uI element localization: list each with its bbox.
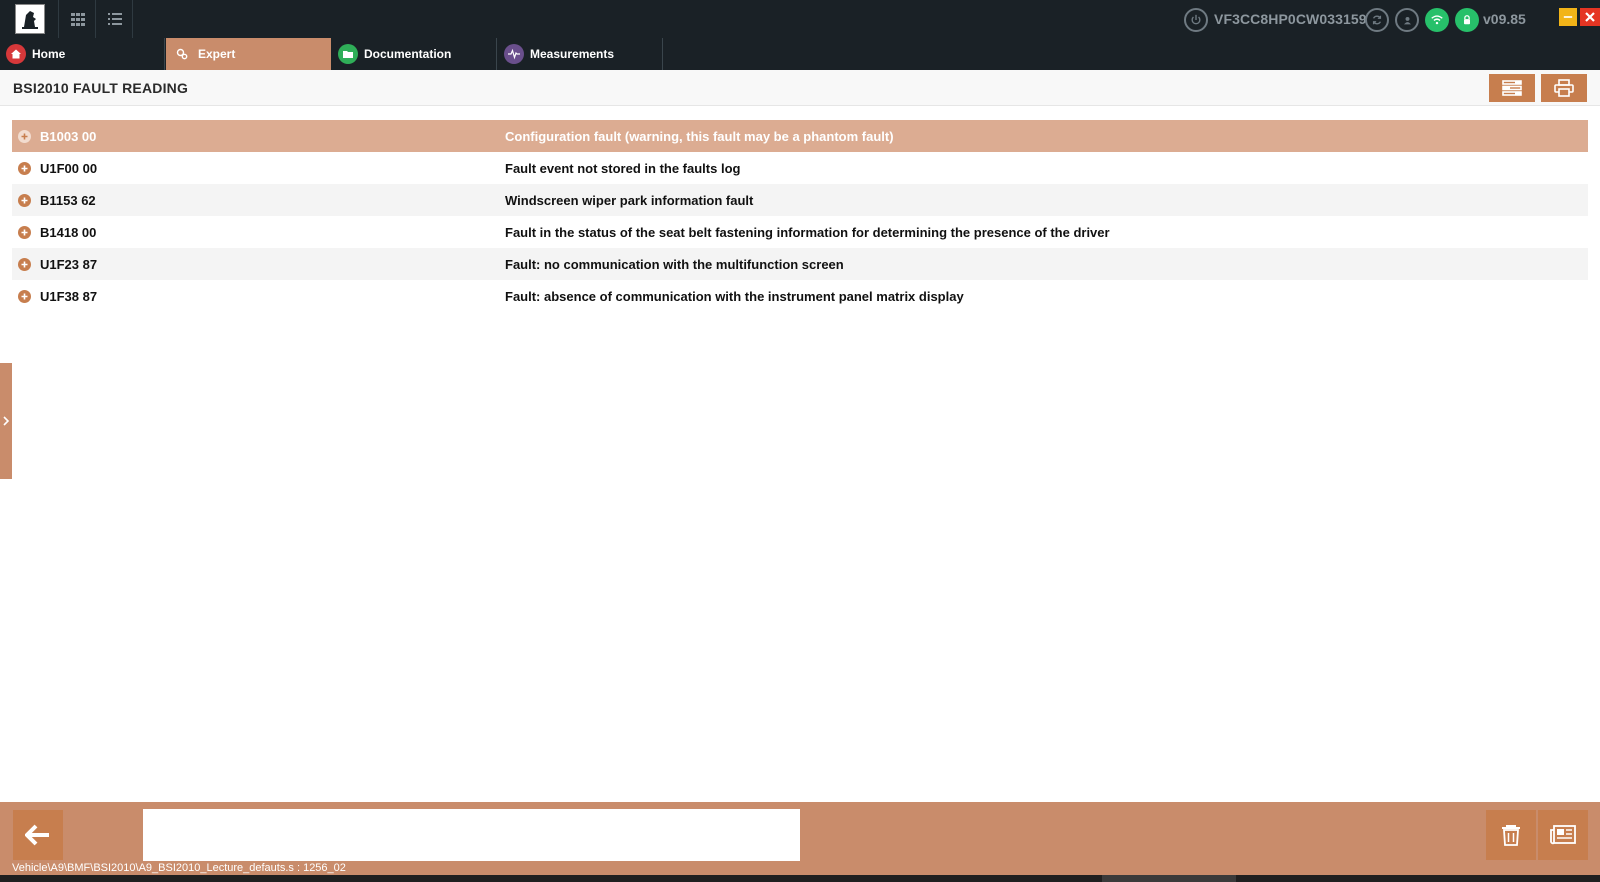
fault-code: B1418 00: [40, 225, 97, 240]
waveform-icon: [504, 44, 524, 64]
fault-code: U1F00 00: [40, 161, 98, 176]
printer-icon: [1554, 79, 1574, 97]
tab-home[interactable]: Home: [0, 38, 165, 70]
page-header: BSI2010 FAULT READING: [0, 70, 1600, 106]
message-area: [143, 809, 800, 861]
sync-icon[interactable]: [1365, 8, 1389, 32]
vehicle-vin: VF3CC8HP0CW033159: [1214, 11, 1367, 27]
fault-description: Fault: absence of communication with the…: [505, 289, 964, 304]
tab-label: Documentation: [364, 47, 452, 61]
divider: [132, 0, 133, 38]
power-icon[interactable]: [1184, 8, 1208, 32]
side-panel-toggle[interactable]: [0, 363, 12, 479]
expand-plus-icon[interactable]: [18, 194, 31, 207]
software-version: v09.85: [1483, 11, 1526, 27]
main-tab-bar: Home Expert Documentation Measurements: [0, 38, 1600, 70]
chevron-right-icon: [3, 416, 10, 426]
arrow-left-icon: [25, 824, 49, 846]
fault-code: U1F38 87: [40, 289, 98, 304]
tab-label: Home: [32, 47, 66, 61]
fault-code: B1003 00: [40, 129, 97, 144]
apps-grid-icon[interactable]: [67, 8, 89, 30]
divider: [95, 0, 96, 38]
fault-description: Windscreen wiper park information fault: [505, 193, 754, 208]
fault-row[interactable]: U1F38 87 Fault: absence of communication…: [12, 280, 1588, 312]
print-button[interactable]: [1541, 74, 1587, 102]
close-button[interactable]: [1580, 8, 1600, 26]
expand-plus-icon[interactable]: [18, 258, 31, 271]
fault-description: Fault event not stored in the faults log: [505, 161, 741, 176]
fault-description: Fault: no communication with the multifu…: [505, 257, 844, 272]
list-view-icon[interactable]: [104, 8, 126, 30]
script-path: Vehicle\A9\BMF\BSI2010\A9_BSI2010_Lectur…: [12, 862, 346, 874]
tab-measurements[interactable]: Measurements: [498, 38, 663, 70]
os-taskbar-edge: [0, 875, 1600, 882]
minimize-button[interactable]: [1559, 8, 1577, 26]
tab-label: Expert: [198, 47, 236, 61]
filter-list-icon: [1502, 80, 1522, 96]
fault-code: U1F23 87: [40, 257, 98, 272]
fault-row[interactable]: B1003 00 Configuration fault (warning, t…: [12, 120, 1588, 152]
tab-expert[interactable]: Expert: [166, 38, 331, 70]
wifi-icon[interactable]: [1425, 8, 1449, 32]
fault-row[interactable]: U1F00 00 Fault event not stored in the f…: [12, 152, 1588, 184]
report-button[interactable]: [1538, 810, 1588, 860]
fault-row[interactable]: U1F23 87 Fault: no communication with th…: [12, 248, 1588, 280]
peugeot-logo-icon: [15, 4, 45, 34]
expand-plus-icon[interactable]: [18, 162, 31, 175]
top-bar: VF3CC8HP0CW033159 v09.85: [0, 0, 1600, 38]
tab-label: Measurements: [530, 47, 615, 61]
footer-bar: Vehicle\A9\BMF\BSI2010\A9_BSI2010_Lectur…: [0, 802, 1600, 875]
lock-icon[interactable]: [1455, 8, 1479, 32]
user-icon[interactable]: [1395, 8, 1419, 32]
app-window: VF3CC8HP0CW033159 v09.85 Home Expert Doc…: [0, 0, 1600, 882]
filter-button[interactable]: [1489, 74, 1535, 102]
divider: [58, 0, 59, 38]
trash-icon: [1502, 825, 1520, 846]
tab-documentation[interactable]: Documentation: [332, 38, 497, 70]
newspaper-icon: [1550, 825, 1576, 845]
page-title: BSI2010 FAULT READING: [13, 80, 189, 96]
folder-icon: [338, 44, 358, 64]
fault-description: Configuration fault (warning, this fault…: [505, 129, 894, 144]
fault-row[interactable]: B1418 00 Fault in the status of the seat…: [12, 216, 1588, 248]
delete-faults-button[interactable]: [1486, 810, 1536, 860]
fault-code: B1153 62: [40, 193, 96, 208]
fault-description: Fault in the status of the seat belt fas…: [505, 225, 1110, 240]
gears-icon: [172, 44, 192, 64]
fault-row[interactable]: B1153 62 Windscreen wiper park informati…: [12, 184, 1588, 216]
home-icon: [6, 44, 26, 64]
taskbar-active-item: [1102, 875, 1236, 882]
expand-plus-icon[interactable]: [18, 290, 31, 303]
expand-plus-icon[interactable]: [18, 130, 31, 143]
expand-plus-icon[interactable]: [18, 226, 31, 239]
back-button[interactable]: [13, 810, 63, 860]
fault-list: B1003 00 Configuration fault (warning, t…: [12, 120, 1588, 312]
